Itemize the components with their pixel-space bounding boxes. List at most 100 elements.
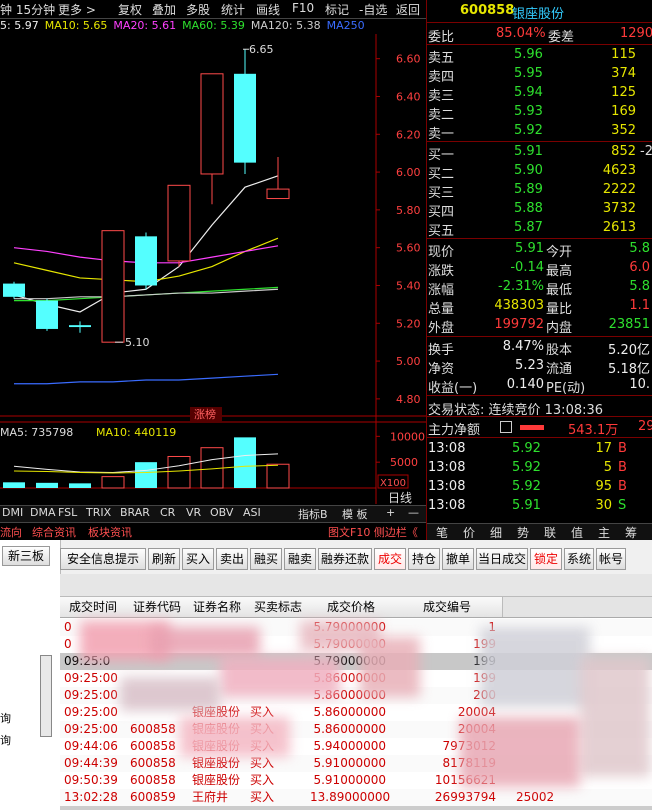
trade-button[interactable]: 刷新 bbox=[148, 548, 180, 570]
tab-cr[interactable]: CR bbox=[160, 506, 175, 519]
volume-bar bbox=[69, 483, 91, 488]
column-header[interactable]: 成交编号 bbox=[392, 597, 503, 617]
tab-asi[interactable]: ASI bbox=[243, 506, 261, 519]
trade-button[interactable]: 撤单 bbox=[442, 548, 474, 570]
vol-unit: X100 bbox=[380, 478, 406, 489]
volume-bar bbox=[36, 482, 58, 488]
tab-brar[interactable]: BRAR bbox=[120, 506, 150, 519]
trade-button[interactable]: 安全信息提示 bbox=[60, 548, 146, 570]
column-header[interactable]: 成交价格 bbox=[310, 597, 393, 617]
stat-label: 最高 bbox=[546, 264, 573, 279]
stat-label: PE(动) bbox=[546, 381, 586, 396]
trade-button[interactable]: 帐号 bbox=[596, 548, 626, 570]
tool-biaoji[interactable]: 标记 bbox=[325, 1, 349, 18]
sidebar-toggle[interactable]: 图文F10 侧边栏《 bbox=[328, 524, 418, 540]
tab-fsl[interactable]: FSL bbox=[58, 506, 77, 519]
tool-tongji[interactable]: 统计 bbox=[221, 1, 245, 18]
trade-button[interactable]: 融券还款 bbox=[318, 548, 372, 570]
order-book-row: 买四 5.88 3732 bbox=[426, 200, 652, 220]
quote-tab[interactable]: 价 bbox=[463, 524, 475, 541]
more-menu[interactable]: 更多 > bbox=[58, 1, 96, 18]
tool-zixuan[interactable]: -自选 bbox=[359, 1, 387, 18]
level-label: 买一 bbox=[428, 148, 455, 163]
left-item-2[interactable]: 询 bbox=[0, 732, 11, 748]
tab-dmi[interactable]: DMI bbox=[2, 506, 23, 519]
column-header[interactable]: 成交时间 bbox=[60, 597, 127, 617]
price-tick: 6.00 bbox=[396, 166, 421, 179]
tool-huaxian[interactable]: 画线 bbox=[256, 1, 280, 18]
level-volume: 352 bbox=[611, 123, 636, 138]
column-header[interactable]: 证券代码 bbox=[126, 597, 189, 617]
stat-label: 换手 bbox=[428, 343, 455, 358]
price-tick: 6.20 bbox=[396, 128, 421, 141]
cell-name: 王府井 bbox=[192, 790, 229, 804]
stat-value: 10. bbox=[629, 377, 650, 392]
tick-side: B bbox=[618, 441, 627, 456]
back-button[interactable]: 返回 bbox=[396, 1, 420, 18]
period-label[interactable]: 日线 bbox=[388, 491, 412, 504]
main-flow-label: 主力净额 bbox=[428, 423, 481, 438]
quote-stat-row: 现价 5.91 今开 5.8 bbox=[426, 240, 652, 260]
zhangbang-tag[interactable]: 涨榜 bbox=[194, 407, 216, 421]
tick-side: S bbox=[618, 498, 627, 513]
cell-price: 5.91000000 bbox=[313, 773, 386, 787]
trade-button[interactable]: 融卖 bbox=[284, 548, 316, 570]
tool-diejia[interactable]: 叠加 bbox=[152, 1, 176, 18]
tab-dma[interactable]: DMA bbox=[30, 506, 56, 519]
tab-indicator-b[interactable]: 指标B bbox=[298, 506, 328, 522]
tool-f10[interactable]: F10 bbox=[292, 1, 314, 15]
new-third-board-button[interactable]: 新三板 bbox=[2, 546, 50, 566]
tab-vr[interactable]: VR bbox=[186, 506, 201, 519]
tab-obv[interactable]: OBV bbox=[210, 506, 233, 519]
tick-volume: 5 bbox=[603, 460, 612, 475]
quote-tab[interactable]: 值 bbox=[571, 524, 583, 541]
tab-template[interactable]: 模 板 bbox=[342, 506, 368, 522]
order-book-row: 买三 5.89 2222 bbox=[426, 181, 652, 201]
stat-value: 23851 bbox=[608, 317, 650, 332]
kline-chart[interactable]: 6.60 6.40 6.20 6.00 5.80 5.60 5.40 5.20 5.00 4.80… bbox=[0, 34, 426, 504]
quote-tab[interactable]: 主 bbox=[598, 524, 610, 541]
quote-tab[interactable]: 联 bbox=[544, 524, 556, 541]
tick-time: 13:08 bbox=[428, 441, 466, 456]
main-flow-toggle-icon[interactable] bbox=[500, 421, 512, 433]
tick-side: B bbox=[618, 460, 627, 475]
trade-button[interactable]: 卖出 bbox=[216, 548, 248, 570]
level-label: 买二 bbox=[428, 167, 455, 182]
table-scrollbar[interactable] bbox=[60, 806, 652, 810]
table-row[interactable]: 13:02:28 600859 王府井 买入 13.89000000 26993794 bbox=[60, 789, 652, 806]
column-header[interactable]: 证券名称 bbox=[188, 597, 247, 617]
tab-flow[interactable]: 流向 bbox=[0, 524, 22, 540]
cell-code: 600858 bbox=[130, 739, 176, 753]
trade-button[interactable]: 融买 bbox=[250, 548, 282, 570]
stat-label: 涨跌 bbox=[428, 264, 455, 279]
left-item-1[interactable]: 询 bbox=[0, 710, 11, 726]
level-volume: 169 bbox=[611, 104, 636, 119]
trade-button[interactable]: 成交 bbox=[374, 548, 406, 570]
quote-tab[interactable]: 细 bbox=[490, 524, 502, 541]
stat-label: 股本 bbox=[546, 343, 573, 358]
minimize-tab-button[interactable]: — bbox=[408, 506, 419, 519]
vol-ma5-label: MA5: 735798 bbox=[0, 426, 73, 439]
column-header[interactable]: 买卖标志 bbox=[246, 597, 311, 617]
tool-duogu[interactable]: 多股 bbox=[186, 1, 210, 18]
left-scrollbar[interactable] bbox=[40, 655, 52, 737]
tool-fuquan[interactable]: 复权 bbox=[118, 1, 142, 18]
low-annotation: 5.10 bbox=[125, 336, 150, 349]
quote-tab[interactable]: 势 bbox=[517, 524, 529, 541]
trade-button[interactable]: 买入 bbox=[182, 548, 214, 570]
quote-tab[interactable]: 筹 bbox=[625, 524, 637, 541]
quote-tab[interactable]: 笔 bbox=[436, 524, 448, 541]
trade-button[interactable]: 当日成交 bbox=[476, 548, 528, 570]
cell-code: 600858 bbox=[130, 756, 176, 770]
trade-button[interactable]: 持仓 bbox=[408, 548, 440, 570]
trade-button[interactable]: 锁定 bbox=[530, 548, 562, 570]
tab-news[interactable]: 综合资讯 bbox=[32, 524, 76, 540]
candle-body-down bbox=[69, 325, 91, 328]
quote-stat-row: 净资 5.23 流通 5.18亿 bbox=[426, 357, 652, 377]
period-selector[interactable]: 钟 15分钟 bbox=[0, 1, 55, 18]
trade-button[interactable]: 系统 bbox=[564, 548, 594, 570]
tab-trix[interactable]: TRIX bbox=[86, 506, 111, 519]
tab-sector-news[interactable]: 板块资讯 bbox=[88, 524, 132, 540]
add-tab-button[interactable]: + bbox=[386, 506, 395, 519]
ma-legend: 5: 5.97 MA10: 5.65 MA20: 5.61 MA60: 5.39 MA1… bbox=[0, 19, 371, 34]
